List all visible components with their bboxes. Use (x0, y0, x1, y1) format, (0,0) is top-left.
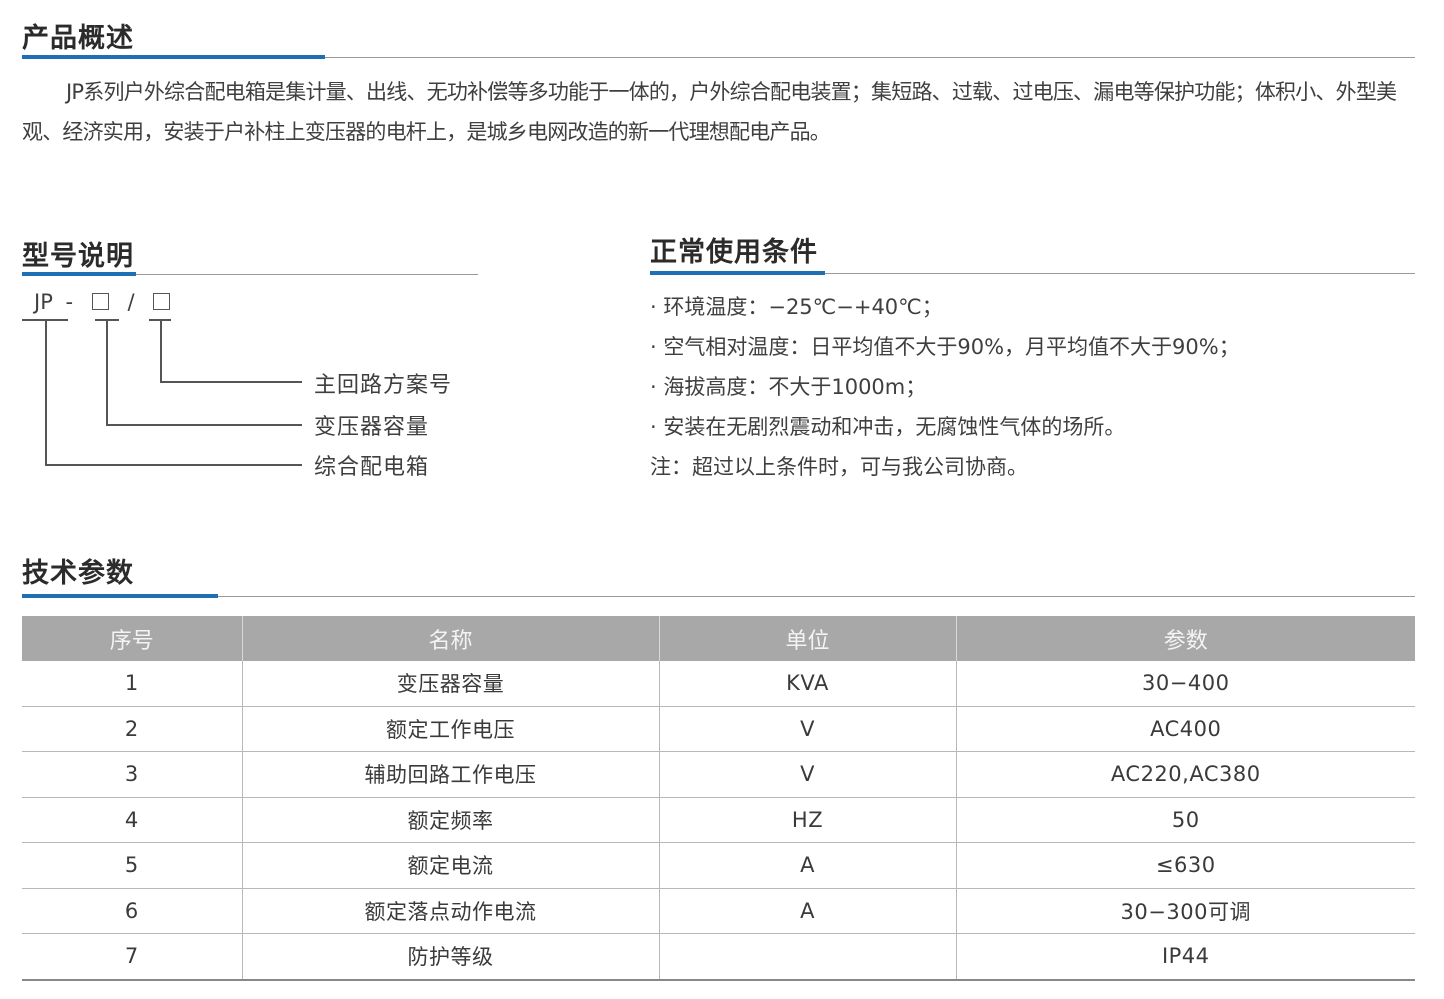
cell-index: 3 (22, 751, 242, 798)
cell-unit: HZ (658, 797, 956, 843)
model-prefix: JP (34, 290, 53, 314)
cell-value: 30−300可调 (955, 888, 1415, 934)
cell-value: IP44 (955, 933, 1415, 981)
model-code: JP - / (34, 290, 176, 314)
condition-humidity: · 空气相对温度：日平均值不大于90%，月平均值不大于90%； (650, 335, 1240, 359)
cell-index: 6 (22, 888, 242, 934)
cell-index: 4 (22, 797, 242, 843)
params-title: 技术参数 (22, 558, 134, 589)
capacity-leader-vertical (106, 319, 108, 425)
scheme-leader-vertical (160, 319, 162, 382)
overview-title: 产品概述 (22, 23, 134, 54)
table-row: 7 防护等级 IP44 (22, 933, 1415, 981)
params-title-rule (22, 596, 1415, 597)
model-label-scheme: 主回路方案号 (314, 373, 453, 398)
table-row: 3 辅助回路工作电压 V AC220,AC380 (22, 751, 1415, 798)
table-row: 4 额定频率 HZ 50 (22, 797, 1415, 843)
condition-temperature: · 环境温度：−25℃−+40℃； (650, 295, 943, 319)
table-row: 5 额定电流 A ≤630 (22, 842, 1415, 889)
cell-unit (658, 933, 956, 981)
model-title-accent (22, 272, 136, 276)
cell-index: 5 (22, 842, 242, 889)
conditions-title-accent (650, 271, 825, 275)
model-label-capacity: 变压器容量 (314, 415, 430, 440)
cell-value: 50 (955, 797, 1415, 843)
params-title-accent (22, 594, 218, 598)
params-table: 序号 名称 单位 参数 1 变压器容量 KVA 30−400 2 额定工作电压 … (22, 616, 1415, 981)
cell-unit: KVA (658, 661, 956, 707)
cell-unit: V (658, 751, 956, 798)
header-index: 序号 (22, 616, 242, 661)
cell-unit: V (658, 706, 956, 752)
box-leader-vertical (45, 319, 47, 465)
conditions-list: · 环境温度：−25℃−+40℃； · 空气相对温度：日平均值不大于90%，月平… (650, 287, 1350, 487)
cell-value: 30−400 (955, 661, 1415, 707)
model-slash: / (127, 290, 135, 314)
cell-unit: A (658, 842, 956, 889)
overview-paragraph: JP系列户外综合配电箱是集计量、出线、无功补偿等多功能于一体的，户外综合配电装置… (22, 80, 1397, 144)
model-dash: - (65, 290, 74, 314)
cell-name: 额定电流 (241, 842, 659, 889)
box-leader-horizontal (45, 464, 302, 466)
table-row: 6 额定落点动作电流 A 30−300可调 (22, 888, 1415, 934)
cell-value: AC400 (955, 706, 1415, 752)
table-row: 2 额定工作电压 V AC400 (22, 706, 1415, 752)
model-title: 型号说明 (22, 241, 134, 272)
header-value: 参数 (955, 616, 1415, 661)
cell-name: 额定工作电压 (241, 706, 659, 752)
cell-name: 额定落点动作电流 (241, 888, 659, 934)
cell-name: 辅助回路工作电压 (241, 751, 659, 798)
overview-title-accent (22, 55, 325, 59)
cell-value: AC220,AC380 (955, 751, 1415, 798)
header-unit: 单位 (658, 616, 956, 661)
model-capacity-box (91, 293, 109, 310)
cell-unit: A (658, 888, 956, 934)
model-label-box: 综合配电箱 (314, 455, 430, 480)
capacity-leader-horizontal (106, 424, 302, 426)
params-header-row: 序号 名称 单位 参数 (22, 616, 1415, 661)
model-scheme-box (153, 293, 171, 310)
scheme-leader-horizontal (160, 381, 302, 383)
table-row: 1 变压器容量 KVA 30−400 (22, 661, 1415, 707)
condition-environment: · 安装在无剧烈震动和冲击，无腐蚀性气体的场所。 (650, 415, 1126, 439)
cell-name: 变压器容量 (241, 661, 659, 707)
condition-altitude: · 海拔高度：不大于1000m； (650, 375, 927, 399)
conditions-title: 正常使用条件 (650, 237, 818, 268)
header-name: 名称 (241, 616, 659, 661)
cell-index: 7 (22, 933, 242, 981)
cell-index: 2 (22, 706, 242, 752)
conditions-note: 注：超过以上条件时，可与我公司协商。 (650, 455, 1028, 479)
cell-name: 防护等级 (241, 933, 659, 981)
cell-name: 额定频率 (241, 797, 659, 843)
cell-value: ≤630 (955, 842, 1415, 889)
cell-index: 1 (22, 661, 242, 707)
